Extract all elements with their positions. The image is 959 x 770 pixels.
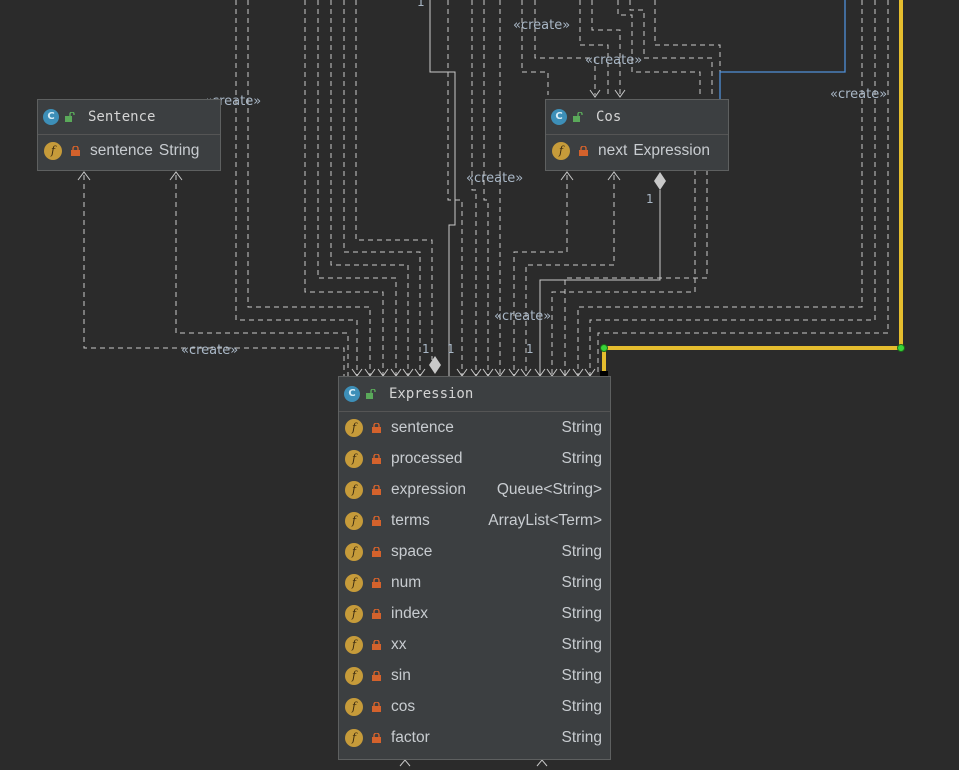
field-name: next: [598, 141, 628, 159]
field-icon: f: [345, 574, 363, 593]
field-name: sentence: [90, 141, 153, 159]
field-icon: f: [345, 511, 363, 530]
field-icon: f: [345, 542, 363, 561]
field-type: String: [561, 418, 603, 436]
field-icon: f: [345, 449, 363, 468]
field-row[interactable]: f index String: [339, 599, 610, 630]
field-row[interactable]: f terms ArrayList<Term>: [339, 505, 610, 536]
field-name: expression: [391, 480, 466, 498]
field-icon: f: [345, 729, 363, 748]
field-row[interactable]: f next Expression: [546, 135, 728, 166]
field-type: String: [561, 729, 603, 747]
private-lock-icon: [372, 671, 381, 682]
private-lock-icon: [372, 515, 381, 526]
field-name: index: [391, 605, 429, 623]
field-name: sentence: [391, 418, 454, 436]
field-name: cos: [391, 698, 416, 716]
class-node-expression[interactable]: C Expression f sentence String f processed St…: [338, 376, 611, 760]
field-name: factor: [391, 729, 430, 747]
class-name: Sentence: [88, 109, 156, 125]
private-lock-icon: [372, 733, 381, 744]
field-type: String: [561, 636, 603, 654]
private-lock-icon: [372, 609, 381, 620]
highlighted-edge[interactable]: [719, 0, 846, 100]
dependency-edges[interactable]: [83, 0, 889, 376]
field-row[interactable]: f cos String: [339, 692, 610, 723]
public-visibility-icon: [573, 112, 583, 122]
field-type: ArrayList<Term>: [488, 511, 602, 529]
private-lock-icon: [579, 145, 588, 156]
field-name: space: [391, 542, 433, 560]
field-icon: f: [345, 636, 363, 655]
multiplicity-label: 1: [447, 342, 455, 356]
node-header: C Expression: [339, 377, 610, 412]
class-node-cos[interactable]: C Cos f next Expression: [545, 99, 729, 171]
field-name: sin: [391, 667, 411, 685]
class-node-sentence[interactable]: C Sentence f sentence String: [37, 99, 221, 171]
multiplicity-label: 1: [526, 342, 534, 356]
class-icon: C: [551, 109, 567, 125]
private-lock-icon: [372, 453, 381, 464]
field-list: f sentence String f processed String f expressi…: [339, 412, 610, 754]
node-header: C Cos: [546, 100, 728, 135]
private-lock-icon: [372, 422, 381, 433]
field-type: String: [158, 141, 200, 159]
edge-handle[interactable]: [600, 344, 608, 352]
field-row[interactable]: f expression Queue<String>: [339, 474, 610, 505]
edge-label-create: «create»: [181, 343, 239, 358]
multiplicity-label: 1: [422, 342, 430, 356]
field-row[interactable]: f space String: [339, 536, 610, 567]
field-row[interactable]: f sin String: [339, 661, 610, 692]
class-icon: C: [43, 109, 59, 125]
edge-label-create: «create»: [513, 18, 571, 33]
field-row[interactable]: f sentence String: [339, 412, 610, 443]
field-row[interactable]: f sentence String: [38, 135, 220, 166]
field-type: Expression: [633, 141, 710, 159]
field-name: num: [391, 574, 422, 592]
field-icon: f: [552, 141, 570, 160]
field-icon: f: [345, 418, 363, 437]
edge-handle[interactable]: [897, 344, 905, 352]
field-type: String: [561, 667, 603, 685]
public-visibility-icon: [65, 112, 75, 122]
class-icon: C: [344, 386, 360, 402]
field-name: xx: [391, 636, 407, 654]
class-name: Expression: [389, 386, 474, 402]
edge-label-create: «create»: [830, 87, 888, 102]
field-type: String: [561, 574, 603, 592]
edge-label-create: «create»: [585, 53, 643, 68]
edge-label-create: «create»: [466, 171, 524, 186]
class-name: Cos: [596, 109, 622, 125]
field-name: terms: [391, 511, 430, 529]
multiplicity-label: 1: [646, 192, 654, 206]
field-row[interactable]: f xx String: [339, 630, 610, 661]
field-icon: f: [44, 141, 62, 160]
field-icon: f: [345, 667, 363, 686]
field-type: String: [561, 542, 603, 560]
public-visibility-icon: [366, 389, 376, 399]
private-lock-icon: [372, 484, 381, 495]
field-row[interactable]: f processed String: [339, 443, 610, 474]
field-icon: f: [345, 605, 363, 624]
edge-label-create: «create»: [494, 309, 552, 324]
field-icon: f: [345, 480, 363, 499]
field-type: Queue<String>: [496, 480, 602, 498]
private-lock-icon: [372, 702, 381, 713]
field-type: String: [561, 449, 603, 467]
private-lock-icon: [372, 546, 381, 557]
field-name: processed: [391, 449, 463, 467]
node-header: C Sentence: [38, 100, 220, 135]
private-lock-icon: [372, 640, 381, 651]
field-icon: f: [345, 698, 363, 717]
field-type: String: [561, 605, 603, 623]
private-lock-icon: [372, 578, 381, 589]
field-row[interactable]: f factor String: [339, 723, 610, 754]
private-lock-icon: [71, 145, 80, 156]
field-row[interactable]: f num String: [339, 567, 610, 598]
multiplicity-label: 1: [417, 0, 425, 9]
field-type: String: [561, 698, 603, 716]
